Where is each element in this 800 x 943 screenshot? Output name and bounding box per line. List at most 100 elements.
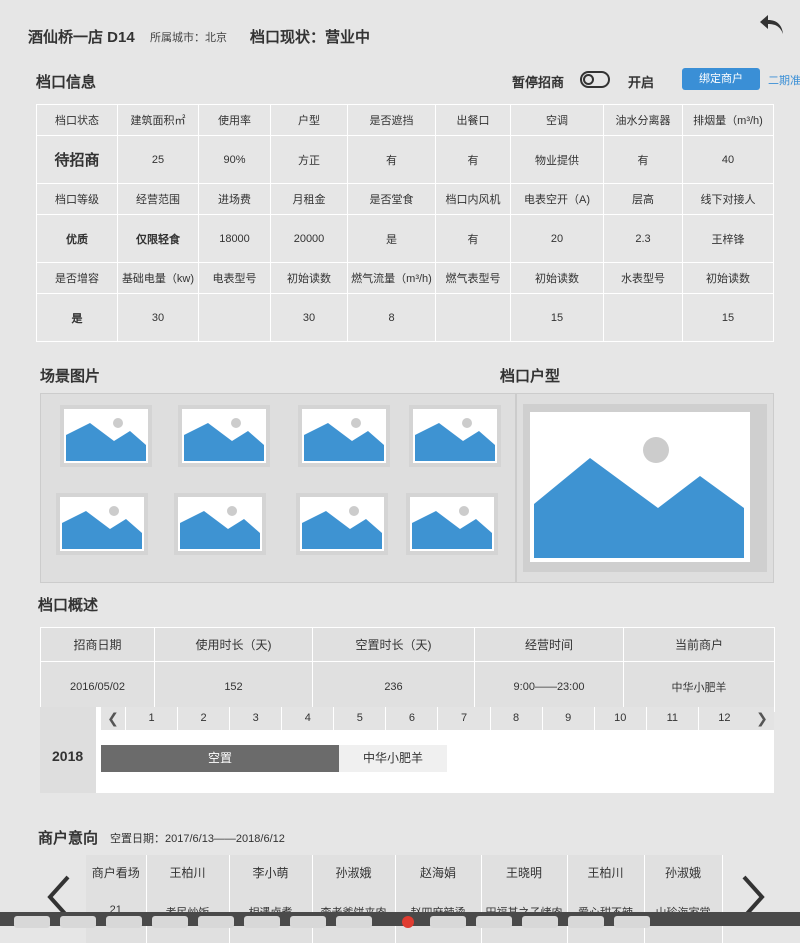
table-cell: 优质 [36, 214, 118, 263]
table-row: 招商日期 使用时长（天) 空置时长（天) 经营时间 当前商户 [40, 627, 775, 662]
table-cell: 油水分离器 [603, 104, 683, 136]
dock-app-icon[interactable] [336, 916, 372, 928]
table-row: 商户看场 王柏川 李小萌 孙淑娥 赵海娟 王晓明 王柏川 孙淑娥 [86, 855, 723, 890]
table-cell: 有 [347, 135, 436, 184]
table-cell: 有 [435, 135, 511, 184]
timeline-year: 2018 [40, 707, 96, 793]
table-cell: 2016/05/02 [40, 661, 155, 712]
toggle-state-label: 开启 [628, 75, 655, 90]
table-cell: 20 [510, 214, 604, 263]
table-cell: 初始读数 [682, 262, 774, 294]
table-cell: 基础电量（kw) [117, 262, 199, 294]
pause-leasing-toggle[interactable] [580, 71, 610, 88]
scene-image[interactable] [178, 405, 270, 467]
month-header: ❮ 1 2 3 4 5 6 7 8 9 10 11 12 ❯ [101, 707, 774, 730]
table-header: 经营时间 [474, 627, 624, 662]
scene-image[interactable] [406, 493, 498, 555]
table-cell: 9:00——23:00 [474, 661, 624, 712]
merchant-name[interactable]: 王晓明 [481, 855, 568, 890]
dock-app-icon[interactable] [152, 916, 188, 928]
table-cell: 燃气表型号 [435, 262, 511, 294]
dock-app-icon[interactable] [244, 916, 280, 928]
month-label: 1 [125, 707, 177, 730]
phase-two-link[interactable]: 二期准 [768, 72, 800, 88]
table-row: 是否增容 基础电量（kw) 电表型号 初始读数 燃气流量（m³/h) 燃气表型号… [36, 262, 774, 294]
table-cell: 15 [682, 293, 774, 342]
intent-section-title: 商户意向 [38, 830, 99, 847]
scene-section-title: 场景图片 [40, 368, 101, 385]
dock-app-icon[interactable] [568, 916, 604, 928]
table-cell: 初始读数 [510, 262, 604, 294]
dock-app-icon[interactable] [430, 916, 466, 928]
dock-app-icon[interactable] [614, 916, 650, 928]
dock-app-icon[interactable] [14, 916, 50, 928]
dock-app-icon[interactable] [198, 916, 234, 928]
scene-image[interactable] [296, 493, 388, 555]
table-cell: 30 [117, 293, 199, 342]
merchant-name[interactable]: 王柏川 [567, 855, 645, 890]
table-cell: 20000 [270, 214, 348, 263]
merchant-name[interactable]: 赵海娟 [395, 855, 482, 890]
dock-app-icon[interactable] [106, 916, 142, 928]
dock-app-icon[interactable] [522, 916, 558, 928]
tenant-period-bar[interactable]: 中华小肥羊 [339, 745, 447, 772]
table-cell [435, 293, 511, 342]
table-cell: 王梓锋 [682, 214, 774, 263]
dock-app-icon[interactable] [60, 916, 96, 928]
dock-app-icon[interactable] [476, 916, 512, 928]
table-row: 档口状态 建筑面积㎡ 使用率 户型 是否遮挡 出餐口 空调 油水分离器 排烟量（… [36, 104, 774, 136]
layout-image[interactable] [530, 412, 750, 562]
back-arrow-icon[interactable] [757, 12, 787, 40]
scene-image[interactable] [60, 405, 152, 467]
next-month-icon[interactable]: ❯ [750, 707, 774, 730]
layout-section-title: 档口户型 [500, 368, 561, 385]
merchant-name[interactable]: 李小萌 [229, 855, 313, 890]
overview-section-title: 档口概述 [38, 597, 99, 614]
table-cell: 排烟量（m³/h) [682, 104, 774, 136]
prev-month-icon[interactable]: ❮ [101, 707, 125, 730]
system-dock [0, 912, 800, 928]
table-cell: 中华小肥羊 [623, 661, 775, 712]
table-cell: 15 [510, 293, 604, 342]
month-label: 5 [333, 707, 385, 730]
table-header: 招商日期 [40, 627, 155, 662]
table-cell: 燃气流量（m³/h) [347, 262, 436, 294]
month-label: 12 [697, 707, 750, 730]
table-cell: 152 [154, 661, 313, 712]
store-status: 档口现状：营业中 [250, 29, 371, 46]
scene-image[interactable] [298, 405, 390, 467]
stall-state-value: 待招商 [36, 135, 118, 184]
table-cell: 经营范围 [117, 183, 199, 215]
table-cell: 40 [682, 135, 774, 184]
month-label: 8 [489, 707, 542, 730]
table-cell: 是否遮挡 [347, 104, 436, 136]
table-cell: 使用率 [198, 104, 271, 136]
table-cell: 水表型号 [603, 262, 683, 294]
month-label: 3 [229, 707, 281, 730]
merchant-intent-table: 商户看场 王柏川 李小萌 孙淑娥 赵海娟 王晓明 王柏川 孙淑娥 21 考民炒饭… [86, 855, 723, 943]
dock-app-icon[interactable] [290, 916, 326, 928]
year-label: 2018 [52, 748, 84, 764]
scene-image[interactable] [174, 493, 266, 555]
table-cell: 8 [347, 293, 436, 342]
toggle-knob [583, 74, 594, 85]
table-cell: 25 [117, 135, 199, 184]
table-cell: 有 [435, 214, 511, 263]
table-cell: 30 [270, 293, 348, 342]
table-cell: 有 [603, 135, 683, 184]
table-row: 是 30 30 8 15 15 [36, 293, 774, 342]
vacant-period-bar[interactable]: 空置 [101, 745, 339, 772]
table-cell: 初始读数 [270, 262, 348, 294]
table-cell: 出餐口 [435, 104, 511, 136]
scene-image[interactable] [409, 405, 501, 467]
merchant-name[interactable]: 王柏川 [146, 855, 230, 890]
merchant-name[interactable]: 孙淑娥 [644, 855, 723, 890]
scene-image[interactable] [56, 493, 148, 555]
table-cell: 月租金 [270, 183, 348, 215]
table-row: 待招商 25 90% 方正 有 有 物业提供 有 40 [36, 135, 774, 184]
table-row: 2016/05/02 152 236 9:00——23:00 中华小肥羊 [40, 661, 775, 712]
month-label: 6 [385, 707, 437, 730]
overview-table: 招商日期 使用时长（天) 空置时长（天) 经营时间 当前商户 2016/05/0… [40, 627, 775, 712]
merchant-name[interactable]: 孙淑娥 [312, 855, 396, 890]
bind-merchant-button[interactable]: 绑定商户 [682, 68, 760, 90]
